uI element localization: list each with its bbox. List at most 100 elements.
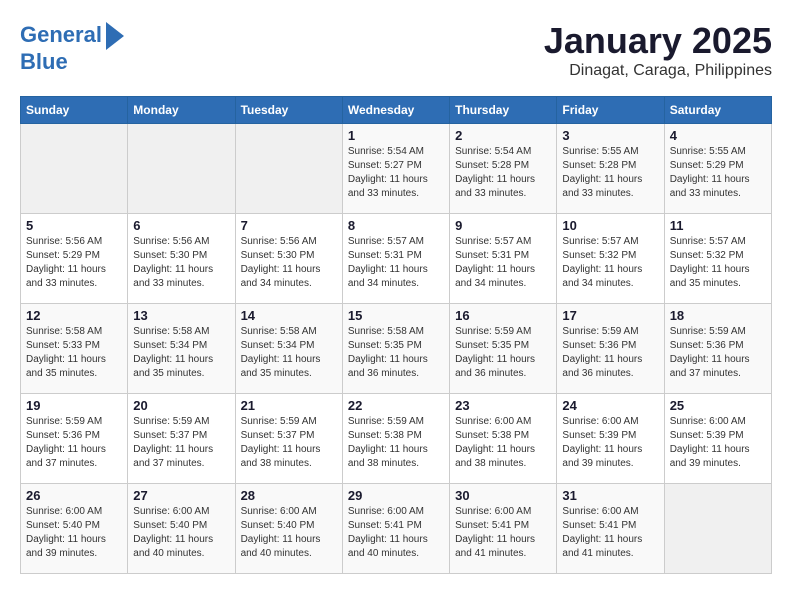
calendar-cell: 26 Sunrise: 6:00 AM Sunset: 5:40 PM Dayli…: [21, 484, 128, 574]
calendar-cell: 24 Sunrise: 6:00 AM Sunset: 5:39 PM Dayli…: [557, 394, 664, 484]
day-number: 3: [562, 128, 658, 143]
day-number: 20: [133, 398, 229, 413]
calendar-title: January 2025: [544, 20, 772, 62]
calendar-cell: 16 Sunrise: 5:59 AM Sunset: 5:35 PM Dayli…: [450, 304, 557, 394]
day-info: Sunrise: 6:00 AM Sunset: 5:40 PM Dayligh…: [133, 505, 229, 561]
day-info: Sunrise: 5:56 AM Sunset: 5:30 PM Dayligh…: [133, 235, 229, 291]
day-number: 31: [562, 488, 658, 503]
day-number: 15: [348, 308, 444, 323]
calendar-cell: 11 Sunrise: 5:57 AM Sunset: 5:32 PM Dayli…: [664, 214, 771, 304]
calendar-cell: 4 Sunrise: 5:55 AM Sunset: 5:29 PM Daylig…: [664, 124, 771, 214]
day-info: Sunrise: 6:00 AM Sunset: 5:41 PM Dayligh…: [455, 505, 551, 561]
day-number: 14: [241, 308, 337, 323]
calendar-cell: 9Sunrise: 5:57 AM Sunset: 5:31 PM Daylig…: [450, 214, 557, 304]
calendar-subtitle: Dinagat, Caraga, Philippines: [544, 62, 772, 80]
day-number: 18: [670, 308, 766, 323]
calendar-cell: 10 Sunrise: 5:57 AM Sunset: 5:32 PM Dayli…: [557, 214, 664, 304]
calendar-cell: 31 Sunrise: 6:00 AM Sunset: 5:41 PM Dayli…: [557, 484, 664, 574]
logo-text-blue: Blue: [20, 50, 68, 74]
day-number: 23: [455, 398, 551, 413]
header-thursday: Thursday: [450, 97, 557, 124]
day-info: Sunrise: 5:59 AM Sunset: 5:35 PM Dayligh…: [455, 325, 551, 381]
header-wednesday: Wednesday: [342, 97, 449, 124]
calendar-cell: 19 Sunrise: 5:59 AM Sunset: 5:36 PM Dayli…: [21, 394, 128, 484]
day-info: Sunrise: 5:59 AM Sunset: 5:38 PM Dayligh…: [348, 415, 444, 471]
calendar-cell: [21, 124, 128, 214]
calendar-cell: 29 Sunrise: 6:00 AM Sunset: 5:41 PM Dayli…: [342, 484, 449, 574]
day-number: 12: [26, 308, 122, 323]
day-info: Sunrise: 6:00 AM Sunset: 5:41 PM Dayligh…: [562, 505, 658, 561]
calendar-week-row: 5Sunrise: 5:56 AM Sunset: 5:29 PM Daylig…: [21, 214, 772, 304]
day-number: 26: [26, 488, 122, 503]
day-info: Sunrise: 6:00 AM Sunset: 5:38 PM Dayligh…: [455, 415, 551, 471]
day-info: Sunrise: 5:59 AM Sunset: 5:36 PM Dayligh…: [670, 325, 766, 381]
calendar-cell: 21Sunrise: 5:59 AM Sunset: 5:37 PM Dayli…: [235, 394, 342, 484]
day-number: 29: [348, 488, 444, 503]
calendar-week-row: 1 Sunrise: 5:54 AM Sunset: 5:27 PM Daylig…: [21, 124, 772, 214]
day-number: 28: [241, 488, 337, 503]
calendar-cell: [235, 124, 342, 214]
calendar-cell: 8Sunrise: 5:57 AM Sunset: 5:31 PM Daylig…: [342, 214, 449, 304]
day-info: Sunrise: 6:00 AM Sunset: 5:39 PM Dayligh…: [562, 415, 658, 471]
calendar-cell: 15 Sunrise: 5:58 AM Sunset: 5:35 PM Dayli…: [342, 304, 449, 394]
calendar-cell: 25Sunrise: 6:00 AM Sunset: 5:39 PM Dayli…: [664, 394, 771, 484]
day-number: 11: [670, 218, 766, 233]
day-info: Sunrise: 6:00 AM Sunset: 5:41 PM Dayligh…: [348, 505, 444, 561]
day-info: Sunrise: 5:56 AM Sunset: 5:30 PM Dayligh…: [241, 235, 337, 291]
title-section: January 2025 Dinagat, Caraga, Philippine…: [544, 20, 772, 80]
day-info: Sunrise: 5:59 AM Sunset: 5:36 PM Dayligh…: [26, 415, 122, 471]
calendar-cell: 5Sunrise: 5:56 AM Sunset: 5:29 PM Daylig…: [21, 214, 128, 304]
day-info: Sunrise: 6:00 AM Sunset: 5:39 PM Dayligh…: [670, 415, 766, 471]
logo-arrow-icon: [106, 22, 124, 50]
day-info: Sunrise: 5:58 AM Sunset: 5:33 PM Dayligh…: [26, 325, 122, 381]
day-info: Sunrise: 6:00 AM Sunset: 5:40 PM Dayligh…: [241, 505, 337, 561]
calendar-cell: 12 Sunrise: 5:58 AM Sunset: 5:33 PM Dayli…: [21, 304, 128, 394]
day-info: Sunrise: 5:58 AM Sunset: 5:35 PM Dayligh…: [348, 325, 444, 381]
day-number: 17: [562, 308, 658, 323]
logo-text: General: [20, 23, 102, 47]
day-info: Sunrise: 6:00 AM Sunset: 5:40 PM Dayligh…: [26, 505, 122, 561]
day-info: Sunrise: 5:54 AM Sunset: 5:28 PM Dayligh…: [455, 145, 551, 201]
day-number: 10: [562, 218, 658, 233]
day-number: 19: [26, 398, 122, 413]
calendar-week-row: 12 Sunrise: 5:58 AM Sunset: 5:33 PM Dayli…: [21, 304, 772, 394]
day-number: 24: [562, 398, 658, 413]
calendar-week-row: 19 Sunrise: 5:59 AM Sunset: 5:36 PM Dayli…: [21, 394, 772, 484]
day-number: 2: [455, 128, 551, 143]
calendar-cell: 7Sunrise: 5:56 AM Sunset: 5:30 PM Daylig…: [235, 214, 342, 304]
day-number: 16: [455, 308, 551, 323]
day-info: Sunrise: 5:57 AM Sunset: 5:31 PM Dayligh…: [455, 235, 551, 291]
day-number: 30: [455, 488, 551, 503]
day-number: 22: [348, 398, 444, 413]
calendar-cell: 13Sunrise: 5:58 AM Sunset: 5:34 PM Dayli…: [128, 304, 235, 394]
day-info: Sunrise: 5:59 AM Sunset: 5:37 PM Dayligh…: [241, 415, 337, 471]
day-info: Sunrise: 5:59 AM Sunset: 5:37 PM Dayligh…: [133, 415, 229, 471]
day-info: Sunrise: 5:58 AM Sunset: 5:34 PM Dayligh…: [241, 325, 337, 381]
calendar-cell: 28 Sunrise: 6:00 AM Sunset: 5:40 PM Dayli…: [235, 484, 342, 574]
day-number: 1: [348, 128, 444, 143]
day-info: Sunrise: 5:56 AM Sunset: 5:29 PM Dayligh…: [26, 235, 122, 291]
day-info: Sunrise: 5:57 AM Sunset: 5:32 PM Dayligh…: [562, 235, 658, 291]
calendar-cell: 27Sunrise: 6:00 AM Sunset: 5:40 PM Dayli…: [128, 484, 235, 574]
day-number: 4: [670, 128, 766, 143]
calendar-cell: 18 Sunrise: 5:59 AM Sunset: 5:36 PM Dayli…: [664, 304, 771, 394]
calendar-header-row: SundayMondayTuesdayWednesdayThursdayFrid…: [21, 97, 772, 124]
calendar-week-row: 26 Sunrise: 6:00 AM Sunset: 5:40 PM Dayli…: [21, 484, 772, 574]
calendar-cell: 2 Sunrise: 5:54 AM Sunset: 5:28 PM Daylig…: [450, 124, 557, 214]
header-friday: Friday: [557, 97, 664, 124]
calendar-cell: 30 Sunrise: 6:00 AM Sunset: 5:41 PM Dayli…: [450, 484, 557, 574]
day-info: Sunrise: 5:55 AM Sunset: 5:29 PM Dayligh…: [670, 145, 766, 201]
calendar-cell: 3 Sunrise: 5:55 AM Sunset: 5:28 PM Daylig…: [557, 124, 664, 214]
calendar-cell: 1 Sunrise: 5:54 AM Sunset: 5:27 PM Daylig…: [342, 124, 449, 214]
day-info: Sunrise: 5:55 AM Sunset: 5:28 PM Dayligh…: [562, 145, 658, 201]
calendar-table: SundayMondayTuesdayWednesdayThursdayFrid…: [20, 96, 772, 574]
day-number: 13: [133, 308, 229, 323]
day-info: Sunrise: 5:54 AM Sunset: 5:27 PM Dayligh…: [348, 145, 444, 201]
calendar-cell: 14 Sunrise: 5:58 AM Sunset: 5:34 PM Dayli…: [235, 304, 342, 394]
day-info: Sunrise: 5:57 AM Sunset: 5:32 PM Dayligh…: [670, 235, 766, 291]
day-number: 8: [348, 218, 444, 233]
page-header: General Blue January 2025 Dinagat, Carag…: [20, 20, 772, 80]
calendar-cell: 17Sunrise: 5:59 AM Sunset: 5:36 PM Dayli…: [557, 304, 664, 394]
calendar-cell: 23 Sunrise: 6:00 AM Sunset: 5:38 PM Dayli…: [450, 394, 557, 484]
day-number: 6: [133, 218, 229, 233]
